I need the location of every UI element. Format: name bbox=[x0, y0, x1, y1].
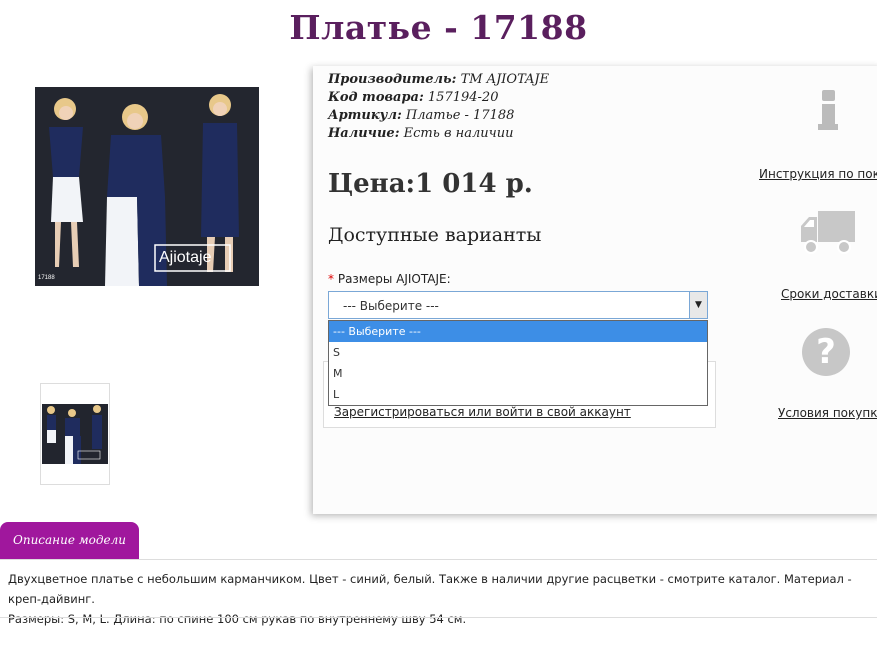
tab-description[interactable]: Описание модели bbox=[0, 522, 139, 559]
code-value: 157194-20 bbox=[427, 90, 499, 105]
size-option[interactable]: L bbox=[329, 384, 707, 405]
manufacturer-label: Производитель: bbox=[328, 72, 457, 87]
article-label: Артикул: bbox=[328, 108, 402, 123]
terms-link[interactable]: Условия покупки bbox=[778, 406, 877, 420]
availability-value: Есть в наличии bbox=[403, 126, 514, 141]
size-select-value: --- Выберите --- bbox=[343, 299, 439, 313]
register-login-link[interactable]: Зарегистрироваться или войти в свой акка… bbox=[334, 405, 631, 419]
product-thumbnail[interactable] bbox=[40, 383, 110, 485]
description-line: Двухцветное платье с небольшим карманчик… bbox=[8, 572, 852, 606]
size-option[interactable]: --- Выберите --- bbox=[329, 321, 707, 342]
brand-watermark: Ajiotaje bbox=[159, 249, 212, 266]
image-code: 17188 bbox=[38, 275, 55, 281]
thumbnail-photo-illustration bbox=[42, 404, 108, 464]
instructions-link[interactable]: Инструкция по покупке bbox=[759, 167, 877, 181]
size-select[interactable]: --- Выберите --- ▼ bbox=[328, 291, 708, 319]
question-icon: ? bbox=[802, 328, 850, 376]
divider bbox=[0, 559, 877, 560]
size-label-text: Размеры AJIOTAJE: bbox=[337, 272, 451, 286]
article-value: Платье - 17188 bbox=[405, 108, 515, 123]
variants-heading: Доступные варианты bbox=[328, 224, 542, 246]
chevron-down-icon[interactable]: ▼ bbox=[689, 292, 707, 318]
info-icon bbox=[818, 90, 838, 134]
truck-icon bbox=[800, 209, 856, 256]
product-description: Двухцветное платье с небольшим карманчик… bbox=[8, 569, 873, 629]
required-mark: * bbox=[328, 272, 334, 286]
size-dropdown-list[interactable]: --- Выберите --- S M L bbox=[328, 320, 708, 406]
code-label: Код товара: bbox=[328, 90, 424, 105]
dress-photo-illustration bbox=[35, 87, 259, 286]
size-label: * Размеры AJIOTAJE: bbox=[328, 272, 451, 286]
size-option[interactable]: S bbox=[329, 342, 707, 363]
page-title: Платье - 17188 bbox=[289, 8, 588, 47]
availability-label: Наличие: bbox=[328, 126, 400, 141]
description-line: Размеры: S, M, L. Длина: по спине 100 см… bbox=[8, 612, 467, 626]
size-option[interactable]: M bbox=[329, 363, 707, 384]
product-price: Цена:1 014 р. bbox=[328, 169, 533, 199]
manufacturer-value: ТМ AJIOTAJE bbox=[460, 72, 550, 87]
product-main-image[interactable]: Ajiotaje 17188 bbox=[35, 87, 259, 286]
product-meta: Производитель: ТМ AJIOTAJE Код товара: 1… bbox=[328, 71, 549, 143]
divider bbox=[0, 617, 877, 618]
delivery-link[interactable]: Сроки доставки bbox=[781, 287, 877, 301]
